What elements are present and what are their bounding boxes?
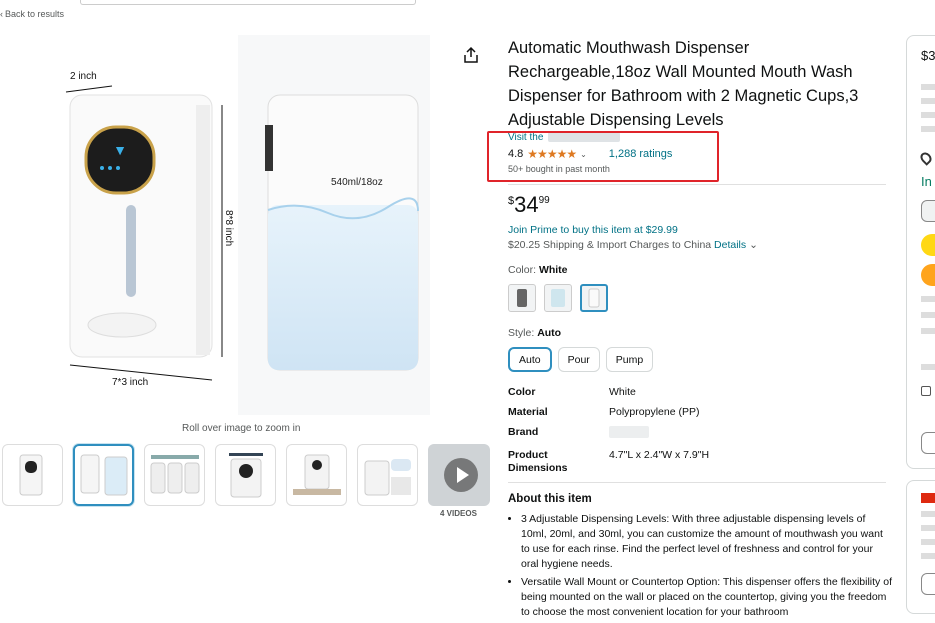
thumbnail-5[interactable] xyxy=(286,444,347,506)
product-specs-table: Color White Material Polypropylene (PP) Br… xyxy=(508,386,888,482)
width-label: 2 inch xyxy=(70,71,97,82)
thumbnail-2[interactable] xyxy=(73,444,134,506)
divider xyxy=(508,482,886,483)
prime-offer-link[interactable]: Join Prime to buy this item at $29.99 xyxy=(508,224,678,236)
spec-key: Product Dimensions xyxy=(508,449,568,474)
back-to-results-link[interactable]: ‹ Back to results xyxy=(0,9,64,19)
shipping-details-link[interactable]: Details xyxy=(714,239,746,251)
thumbnail-strip xyxy=(2,444,490,510)
divider xyxy=(508,184,886,185)
color-swatch-3[interactable] xyxy=(580,284,608,312)
thumbnail-4[interactable] xyxy=(215,444,276,506)
thumbnail-6[interactable] xyxy=(357,444,418,506)
style-label-text: Style: xyxy=(508,327,535,339)
spec-row: Color White xyxy=(508,386,888,399)
zoom-hint: Roll over image to zoom in xyxy=(182,423,301,434)
capacity-label: 540ml/18oz xyxy=(331,177,383,188)
china-flag-icon xyxy=(921,493,935,503)
about-heading: About this item xyxy=(508,493,592,505)
share-icon[interactable] xyxy=(462,46,480,64)
spec-key: Material xyxy=(508,406,548,418)
color-swatches xyxy=(508,284,608,312)
spec-value: Polypropylene (PP) xyxy=(609,406,700,418)
search-box-remnant xyxy=(80,0,416,5)
style-value: Auto xyxy=(537,327,562,339)
buy-now-button[interactable] xyxy=(921,264,935,286)
buy-box: $3 In xyxy=(906,35,935,469)
style-option-pour[interactable]: Pour xyxy=(557,347,600,372)
videos-count-label: 4 VIDEOS xyxy=(440,509,477,518)
color-value: White xyxy=(538,264,568,276)
style-options: Auto Pour Pump xyxy=(508,347,654,372)
video-thumbnail[interactable] xyxy=(428,444,490,506)
base-label: 7*3 inch xyxy=(112,377,148,388)
chevron-down-icon[interactable]: ⌄ xyxy=(749,239,758,251)
back-label: Back to results xyxy=(5,9,65,19)
spec-value: 4.7"L x 2.4"W x 7.9"H xyxy=(609,449,710,461)
international-box xyxy=(906,480,935,614)
price-symbol: $ xyxy=(508,195,515,207)
style-label: Style: Auto xyxy=(508,327,561,339)
color-label: Color: White xyxy=(508,264,568,276)
about-list: 3 Adjustable Dispensing Levels: With thr… xyxy=(508,512,893,623)
main-product-image[interactable]: ▼ 2 inch 8*8 inch 7*3 inch xyxy=(50,55,250,395)
svg-text:▼: ▼ xyxy=(113,142,127,158)
international-button[interactable] xyxy=(921,573,935,595)
play-icon xyxy=(444,458,478,492)
about-item: Versatile Wall Mount or Countertop Optio… xyxy=(521,575,893,620)
height-label: 8*8 inch xyxy=(223,210,234,246)
shipping-text: $20.25 Shipping & Import Charges to Chin… xyxy=(508,239,712,251)
spec-key: Brand xyxy=(508,426,539,438)
spec-key: Color xyxy=(508,386,536,398)
location-pin-icon[interactable] xyxy=(918,150,934,166)
price-whole: 34 xyxy=(514,192,539,217)
spec-row: Material Polypropylene (PP) xyxy=(508,406,888,419)
style-option-pump[interactable]: Pump xyxy=(605,347,654,372)
color-swatch-2[interactable] xyxy=(544,284,572,312)
color-label-text: Color: xyxy=(508,264,537,276)
spec-value: White xyxy=(609,386,636,398)
color-swatch-1[interactable] xyxy=(508,284,536,312)
price-fraction: 99 xyxy=(538,195,550,206)
product-title: Automatic Mouthwash Dispenser Rechargeab… xyxy=(508,39,859,129)
brand-redacted xyxy=(609,426,649,438)
checkbox[interactable] xyxy=(921,386,931,396)
spec-row: Brand xyxy=(508,426,888,442)
spec-value xyxy=(609,426,888,442)
quantity-select[interactable] xyxy=(921,200,935,222)
buybox-price: $3 xyxy=(921,48,935,63)
stock-status: In xyxy=(921,174,932,189)
chevron-left-icon: ‹ xyxy=(0,9,3,19)
spec-row: Product Dimensions 4.7"L x 2.4"W x 7.9"H xyxy=(508,449,888,475)
thumbnail-1[interactable] xyxy=(2,444,63,506)
main-product-image-alt[interactable]: 540ml/18oz xyxy=(238,35,430,415)
style-option-auto[interactable]: Auto xyxy=(508,347,552,372)
highlight-annotation-box xyxy=(487,131,719,182)
price: $3499 xyxy=(508,192,550,218)
about-item: 3 Adjustable Dispensing Levels: With thr… xyxy=(521,512,893,572)
add-to-list-button[interactable] xyxy=(921,432,935,454)
add-to-cart-button[interactable] xyxy=(921,234,935,256)
shipping-info: $20.25 Shipping & Import Charges to Chin… xyxy=(508,239,758,251)
thumbnail-3[interactable] xyxy=(144,444,205,506)
